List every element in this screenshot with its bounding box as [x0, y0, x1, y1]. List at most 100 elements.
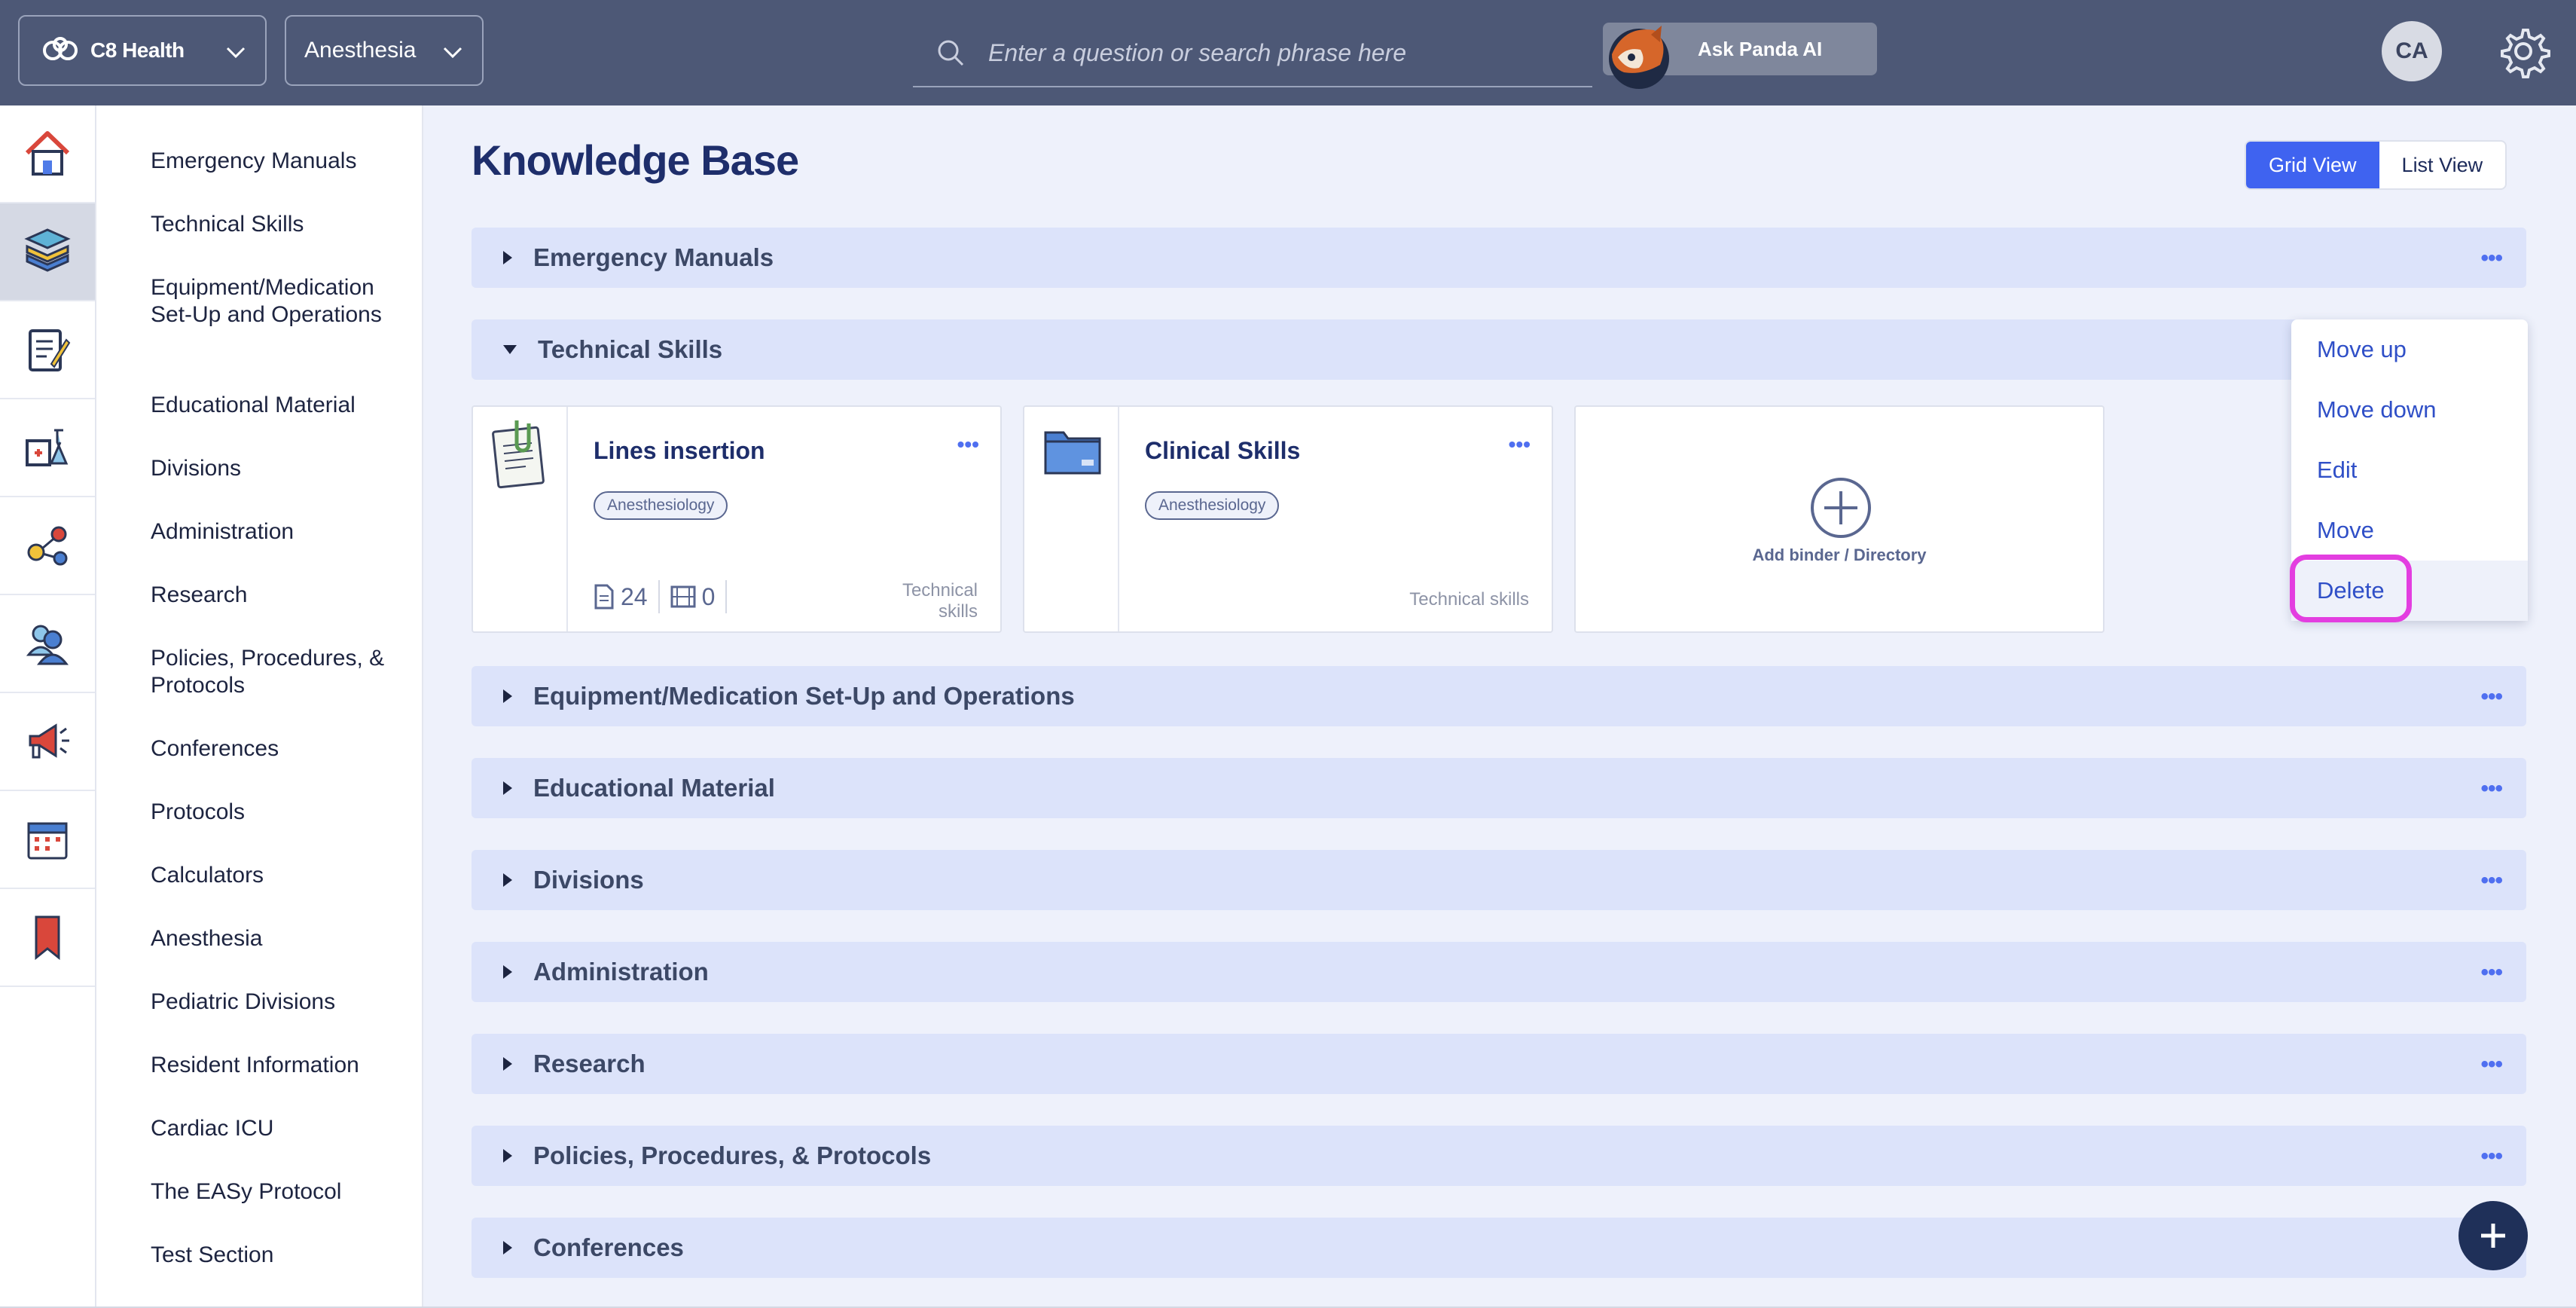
section-header[interactable]: Administration •••: [472, 942, 2526, 1002]
section-header[interactable]: Research •••: [472, 1034, 2526, 1094]
announcement-icon: [29, 723, 69, 759]
specialty-name: Anesthesia: [304, 38, 417, 63]
menu-item-edit[interactable]: Edit: [2291, 440, 2528, 500]
share-icon: [27, 526, 68, 566]
icon-rail: [0, 105, 96, 1308]
expand-arrow-icon: [503, 1149, 512, 1163]
nav-item[interactable]: Technical Skills: [151, 211, 407, 238]
section-header[interactable]: Policies, Procedures, & Protocols •••: [472, 1126, 2526, 1186]
more-options-icon[interactable]: •••: [2480, 684, 2502, 710]
add-fab-button[interactable]: [2458, 1201, 2528, 1270]
nav-item[interactable]: Conferences: [151, 735, 407, 762]
checklist-icon: [29, 329, 71, 371]
rail-checklists[interactable]: [0, 301, 95, 399]
rail-home[interactable]: [0, 105, 95, 203]
nav-item[interactable]: Calculators: [151, 862, 407, 889]
search-input[interactable]: [988, 38, 1561, 67]
nav-item[interactable]: Resident Information: [151, 1052, 407, 1079]
nav-item[interactable]: Test Section: [151, 1242, 407, 1269]
menu-item-move[interactable]: Move: [2291, 500, 2528, 561]
card-category-line: skills: [939, 601, 978, 622]
menu-item-move-up[interactable]: Move up: [2291, 319, 2528, 380]
ask-panda-button[interactable]: Ask Panda AI: [1603, 23, 1877, 89]
section-header[interactable]: Educational Material •••: [472, 758, 2526, 818]
section-title: Divisions: [533, 866, 644, 894]
more-options-icon[interactable]: •••: [2480, 868, 2502, 894]
more-options-icon[interactable]: •••: [2480, 1052, 2502, 1077]
nav-item[interactable]: Administration: [151, 518, 407, 546]
card-thumbnail: [473, 407, 568, 631]
red-panda-icon: [1609, 26, 1669, 89]
grid-view-button[interactable]: Grid View: [2246, 142, 2379, 188]
binder-card[interactable]: Lines insertion ••• Anesthesiology 24 0 …: [472, 405, 1002, 633]
more-options-icon[interactable]: •••: [957, 432, 979, 457]
card-title: Clinical Skills: [1145, 437, 1301, 464]
chevron-down-icon: [226, 47, 246, 59]
video-count: 0: [701, 582, 716, 610]
more-options-icon[interactable]: •••: [2480, 246, 2502, 271]
page-title: Knowledge Base: [472, 136, 799, 184]
user-avatar[interactable]: CA: [2382, 21, 2442, 81]
add-binder-card[interactable]: Add binder / Directory: [1574, 405, 2104, 633]
nav-item[interactable]: Protocols: [151, 799, 407, 826]
rail-knowledge-base[interactable]: [0, 203, 95, 301]
document-icon: [594, 584, 614, 610]
section-header[interactable]: Divisions •••: [472, 850, 2526, 910]
rail-users[interactable]: [0, 595, 95, 693]
section-title: Educational Material: [533, 774, 775, 802]
rail-share[interactable]: [0, 497, 95, 595]
nav-item[interactable]: Anesthesia: [151, 925, 407, 952]
section-nav-list: Emergency Manuals Technical Skills Equip…: [96, 105, 423, 1308]
rail-bookmarks[interactable]: [0, 889, 95, 987]
nav-item[interactable]: Emergency Manuals: [151, 148, 407, 175]
nav-item[interactable]: Cardiac ICU: [151, 1115, 407, 1142]
top-bar: C8 Health Anesthesia Ask Panda AI CA: [0, 0, 2576, 105]
rail-calendar[interactable]: [0, 791, 95, 889]
users-icon: [26, 625, 69, 665]
lab-icon: [26, 429, 69, 466]
section-header[interactable]: Technical Skills: [472, 319, 2526, 380]
directory-card[interactable]: Clinical Skills ••• Anesthesiology Techn…: [1023, 405, 1553, 633]
home-icon: [25, 131, 70, 176]
gear-icon[interactable]: [2496, 24, 2550, 78]
divider: [658, 580, 660, 613]
section-title: Policies, Procedures, & Protocols: [533, 1141, 932, 1169]
card-stats: 24 0: [594, 580, 737, 613]
more-options-icon[interactable]: •••: [2480, 1144, 2502, 1169]
specialty-tag: Anesthesiology: [1145, 491, 1280, 520]
nav-item[interactable]: The EASy Protocol: [151, 1178, 407, 1206]
section-header[interactable]: Equipment/Medication Set-Up and Operatio…: [472, 666, 2526, 726]
expand-arrow-icon: [503, 251, 512, 264]
nav-item[interactable]: Equipment/Medication Set-Up and Operatio…: [151, 274, 399, 329]
specialty-selector[interactable]: Anesthesia: [285, 15, 484, 86]
organization-selector[interactable]: C8 Health: [18, 15, 267, 86]
nav-item[interactable]: Research: [151, 582, 407, 609]
ask-panda-label: Ask Panda AI: [1698, 37, 1823, 60]
expand-arrow-icon: [503, 873, 512, 887]
section-title: Conferences: [533, 1233, 684, 1261]
section-header[interactable]: Emergency Manuals •••: [472, 228, 2526, 288]
section-header[interactable]: Conferences •••: [472, 1218, 2526, 1278]
more-options-icon[interactable]: •••: [1509, 432, 1531, 457]
more-options-icon[interactable]: •••: [2480, 776, 2502, 802]
rail-lab[interactable]: [0, 399, 95, 497]
list-view-button[interactable]: List View: [2379, 142, 2506, 188]
chevron-down-icon: [443, 47, 462, 59]
delete-highlight-outline: [2290, 555, 2412, 622]
c8-logo-icon: [43, 37, 78, 60]
search-bar: [913, 20, 1592, 87]
nav-item[interactable]: Policies, Procedures, & Protocols: [151, 645, 392, 699]
clipboard-document-icon: [492, 420, 545, 489]
more-options-icon[interactable]: •••: [2480, 960, 2502, 986]
calendar-icon: [27, 822, 68, 860]
menu-item-move-down[interactable]: Move down: [2291, 380, 2528, 440]
section-title: Equipment/Medication Set-Up and Operatio…: [533, 682, 1075, 710]
section-title: Research: [533, 1050, 646, 1077]
nav-item[interactable]: Divisions: [151, 455, 407, 482]
card-category: Technical skills: [902, 580, 978, 622]
expand-arrow-icon: [503, 689, 512, 703]
nav-item[interactable]: Pediatric Divisions: [151, 989, 407, 1016]
rail-announcements[interactable]: [0, 693, 95, 791]
nav-item[interactable]: Educational Material: [151, 392, 407, 419]
section-title: Emergency Manuals: [533, 243, 774, 271]
